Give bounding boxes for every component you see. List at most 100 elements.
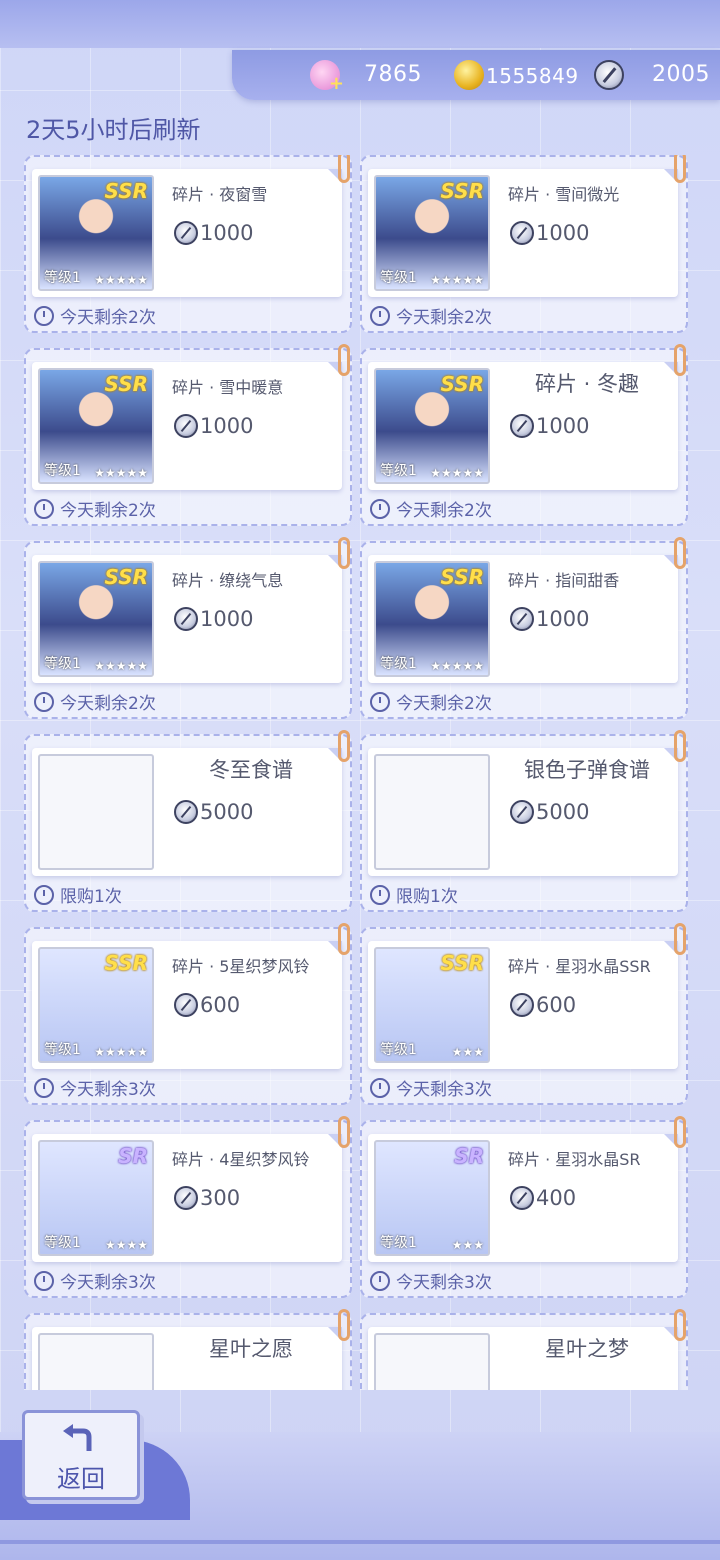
item-thumbnail[interactable]: SSR 等级1 ★★★★★: [374, 368, 490, 484]
item-name: 碎片 · 4星织梦风铃: [172, 1150, 310, 1169]
currency-bar: 7865 1555849 2005: [232, 50, 720, 100]
price-value: 300: [200, 1186, 241, 1210]
item-thumbnail[interactable]: SSR 等级1 ★★★★★: [38, 175, 154, 291]
shop-item-card[interactable]: 星叶之梦: [360, 1309, 688, 1390]
item-thumbnail[interactable]: SSR 等级1 ★★★★★: [38, 368, 154, 484]
item-price: 1000: [174, 221, 253, 245]
limit-text: 今天剩余2次: [60, 501, 156, 521]
bottom-divider: [0, 1540, 720, 1544]
limit-text: 限购1次: [396, 887, 458, 907]
star-rating: ★★★★★: [94, 1045, 148, 1059]
paperclip-icon: [674, 923, 686, 955]
price-value: 600: [536, 993, 577, 1017]
shop-grid: SSR 等级1 ★★★★★ 碎片 · 夜窗雪 1000 今天剩余2次 SSR 等级1 ★★★★★…: [24, 155, 694, 1390]
level-label: 等级1: [44, 656, 81, 672]
limit-text: 今天剩余3次: [396, 1273, 492, 1293]
level-label: 等级1: [380, 463, 417, 479]
price-value: 5000: [536, 800, 590, 824]
shop-item-card[interactable]: SR 等级1 ★★★ 碎片 · 星羽水晶SR 400 今天剩余3次: [360, 1116, 688, 1298]
item-price: 1000: [174, 607, 253, 631]
purchase-limit: 今天剩余2次: [370, 689, 492, 714]
item-name: 碎片 · 夜窗雪: [172, 185, 268, 204]
paperclip-icon: [338, 155, 350, 183]
limit-text: 今天剩余2次: [396, 308, 492, 328]
paperclip-icon: [338, 344, 350, 376]
currency-swan-value: 7865: [364, 62, 422, 87]
level-label: 等级1: [380, 1235, 417, 1251]
item-thumbnail[interactable]: SSR 等级1 ★★★★★: [374, 561, 490, 677]
compass-icon: [510, 414, 534, 438]
compass-icon: [510, 993, 534, 1017]
item-thumbnail[interactable]: [374, 754, 490, 870]
item-name: 碎片 · 5星织梦风铃: [172, 957, 310, 976]
clock-icon: [370, 1270, 390, 1291]
purchase-limit: 限购1次: [370, 882, 458, 907]
shop-item-card[interactable]: SSR 等级1 ★★★★★ 碎片 · 雪间微光 1000 今天剩余2次: [360, 155, 688, 333]
shop-item-card[interactable]: SSR 等级1 ★★★★★ 碎片 · 雪中暖意 1000 今天剩余2次: [24, 344, 352, 526]
currency-coin-value: 1555849: [486, 64, 579, 88]
item-name: 碎片 · 指间甜香: [508, 571, 620, 590]
back-button[interactable]: 返回: [22, 1410, 140, 1500]
item-thumbnail[interactable]: SSR 等级1 ★★★★★: [38, 947, 154, 1063]
level-label: 等级1: [44, 1042, 81, 1058]
level-label: 等级1: [44, 270, 81, 286]
paperclip-icon: [674, 1116, 686, 1148]
item-thumbnail[interactable]: [374, 1333, 490, 1390]
clock-icon: [34, 498, 54, 519]
limit-text: 今天剩余2次: [60, 308, 156, 328]
shop-item-card[interactable]: 冬至食谱 5000 限购1次: [24, 730, 352, 912]
swan-plus-icon[interactable]: [310, 60, 344, 94]
shop-item-card[interactable]: SSR 等级1 ★★★★★ 碎片 · 5星织梦风铃 600 今天剩余3次: [24, 923, 352, 1105]
rarity-badge: SSR: [104, 565, 149, 589]
limit-text: 今天剩余3次: [60, 1080, 156, 1100]
gold-coin-icon: [454, 60, 484, 90]
price-value: 400: [536, 1186, 577, 1210]
price-value: 1000: [200, 221, 254, 245]
item-thumbnail[interactable]: SR 等级1 ★★★★: [38, 1140, 154, 1256]
rarity-badge: SSR: [440, 565, 485, 589]
clock-icon: [34, 884, 54, 905]
clock-icon: [370, 884, 390, 905]
rarity-badge: SSR: [440, 951, 485, 975]
shop-item-card[interactable]: 星叶之愿: [24, 1309, 352, 1390]
compass-icon: [510, 607, 534, 631]
shop-item-card[interactable]: 银色子弹食谱 5000 限购1次: [360, 730, 688, 912]
rarity-badge: SSR: [104, 179, 149, 203]
item-thumbnail[interactable]: [38, 1333, 154, 1390]
item-thumbnail[interactable]: SR 等级1 ★★★: [374, 1140, 490, 1256]
level-label: 等级1: [380, 656, 417, 672]
back-arrow-icon: [63, 1424, 92, 1451]
clock-icon: [370, 1077, 390, 1098]
rarity-badge: SSR: [440, 179, 485, 203]
item-name: 星叶之愿: [209, 1337, 293, 1361]
item-thumbnail[interactable]: SSR 等级1 ★★★★★: [38, 561, 154, 677]
purchase-limit: 今天剩余3次: [370, 1268, 492, 1293]
shop-item-card[interactable]: SR 等级1 ★★★★ 碎片 · 4星织梦风铃 300 今天剩余3次: [24, 1116, 352, 1298]
shop-item-card[interactable]: SSR 等级1 ★★★★★ 碎片 · 夜窗雪 1000 今天剩余2次: [24, 155, 352, 333]
paperclip-icon: [674, 155, 686, 183]
rarity-badge: SR: [454, 1144, 484, 1168]
shop-item-card[interactable]: SSR 等级1 ★★★ 碎片 · 星羽水晶SSR 600 今天剩余3次: [360, 923, 688, 1105]
shop-item-card[interactable]: SSR 等级1 ★★★★★ 碎片 · 缭绕气息 1000 今天剩余2次: [24, 537, 352, 719]
compass-icon: [174, 993, 198, 1017]
item-thumbnail[interactable]: SSR 等级1 ★★★★★: [374, 175, 490, 291]
purchase-limit: 限购1次: [34, 882, 122, 907]
paperclip-icon: [338, 537, 350, 569]
item-price: 300: [174, 1186, 240, 1210]
paperclip-icon: [674, 730, 686, 762]
shop-item-card[interactable]: SSR 等级1 ★★★★★ 碎片 · 指间甜香 1000 今天剩余2次: [360, 537, 688, 719]
item-name: 碎片 · 缭绕气息: [172, 571, 284, 590]
compass-icon: [174, 1186, 198, 1210]
clock-icon: [34, 691, 54, 712]
limit-text: 限购1次: [60, 887, 122, 907]
paperclip-icon: [674, 537, 686, 569]
shop-item-card[interactable]: SSR 等级1 ★★★★★ 碎片 · 冬趣 1000 今天剩余2次: [360, 344, 688, 526]
item-price: 600: [174, 993, 240, 1017]
rarity-badge: SR: [118, 1144, 148, 1168]
star-rating: ★★★★★: [430, 273, 484, 287]
item-price: 600: [510, 993, 576, 1017]
item-thumbnail[interactable]: SSR 等级1 ★★★: [374, 947, 490, 1063]
item-thumbnail[interactable]: [38, 754, 154, 870]
price-value: 1000: [536, 221, 590, 245]
item-price: 1000: [174, 414, 253, 438]
